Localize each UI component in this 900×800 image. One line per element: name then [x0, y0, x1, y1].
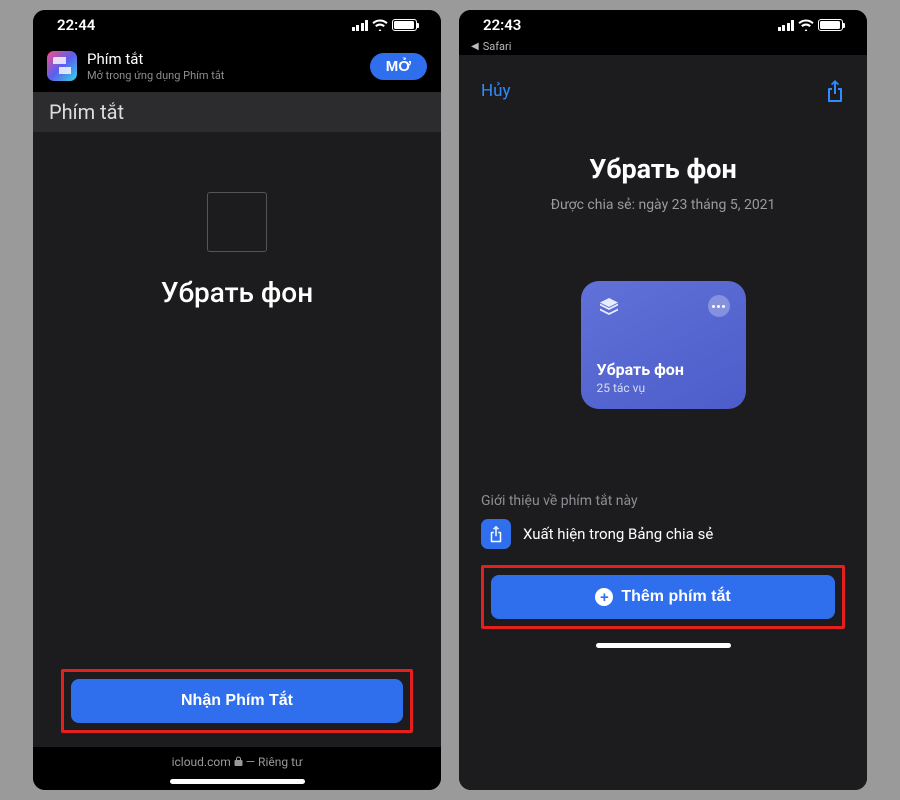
status-bar: 22:43	[459, 10, 867, 40]
sheet-header: Hủy	[481, 61, 845, 111]
card-title: Убрать фон	[597, 360, 730, 379]
shortcut-name: Убрать фон	[161, 276, 313, 309]
shortcut-title: Убрать фон	[481, 153, 845, 185]
phone-right: 22:43 ◀ Safari Hủy Убрать фон Được chia …	[459, 10, 867, 790]
cellular-signal-icon	[352, 20, 369, 31]
app-banner-subtitle: Mở trong ứng dụng Phím tắt	[87, 69, 370, 82]
app-banner-title: Phím tắt	[87, 50, 370, 68]
chevron-left-icon: ◀	[471, 41, 479, 52]
status-time: 22:43	[483, 16, 521, 34]
shortcut-thumbnail-placeholder	[207, 192, 267, 252]
shared-date: Được chia sẻ: ngày 23 tháng 5, 2021	[481, 197, 845, 213]
annotation-highlight: + Thêm phím tắt	[481, 565, 845, 629]
share-row-text: Xuất hiện trong Bảng chia sẻ	[523, 525, 713, 543]
status-icons	[352, 19, 418, 31]
shortcut-card[interactable]: Убрать фон 25 tác vụ	[581, 281, 746, 409]
app-banner-text: Phím tắt Mở trong ứng dụng Phím tắt	[87, 50, 370, 82]
footer-domain: icloud.com	[172, 755, 231, 769]
lock-icon	[234, 755, 243, 769]
battery-icon	[818, 19, 843, 31]
intro-label: Giới thiệu về phím tắt này	[481, 493, 845, 509]
main-content: Убрать фон Nhận Phím Tắt	[33, 132, 441, 747]
plus-icon: +	[595, 588, 613, 606]
share-badge-icon	[481, 519, 511, 549]
status-time: 22:44	[57, 16, 95, 34]
open-button[interactable]: MỞ	[370, 53, 427, 80]
more-icon[interactable]	[708, 295, 730, 317]
wifi-icon	[798, 19, 814, 31]
share-icon[interactable]	[825, 79, 845, 103]
phone-left: 22:44 Phím tắt Mở trong ứng dụng Phím tắ…	[33, 10, 441, 790]
stack-icon	[597, 295, 621, 319]
app-banner: Phím tắt Mở trong ứng dụng Phím tắt MỞ	[33, 40, 441, 92]
cancel-button[interactable]: Hủy	[481, 81, 511, 101]
share-sheet-row: Xuất hiện trong Bảng chia sẻ	[481, 519, 845, 549]
card-subtitle: 25 tác vụ	[597, 381, 730, 395]
breadcrumb-label: Safari	[483, 40, 512, 53]
home-indicator[interactable]	[596, 643, 731, 648]
shortcut-sheet: Hủy Убрать фон Được chia sẻ: ngày 23 thá…	[459, 61, 867, 790]
home-indicator[interactable]	[170, 779, 305, 784]
section-header: Phím tắt	[33, 92, 441, 132]
battery-icon	[392, 19, 417, 31]
back-to-app[interactable]: ◀ Safari	[459, 40, 867, 55]
browser-footer: icloud.com — Riêng tư	[33, 747, 441, 790]
footer-privacy: — Riêng tư	[246, 755, 303, 769]
add-shortcut-label: Thêm phím tắt	[621, 588, 730, 606]
cellular-signal-icon	[778, 20, 795, 31]
get-shortcut-label: Nhận Phím Tắt	[181, 692, 293, 710]
add-shortcut-button[interactable]: + Thêm phím tắt	[491, 575, 835, 619]
status-bar: 22:44	[33, 10, 441, 40]
status-icons	[778, 19, 844, 31]
annotation-highlight: Nhận Phím Tắt	[61, 669, 413, 733]
wifi-icon	[372, 19, 388, 31]
get-shortcut-button[interactable]: Nhận Phím Tắt	[71, 679, 403, 723]
shortcuts-app-icon	[47, 51, 77, 81]
